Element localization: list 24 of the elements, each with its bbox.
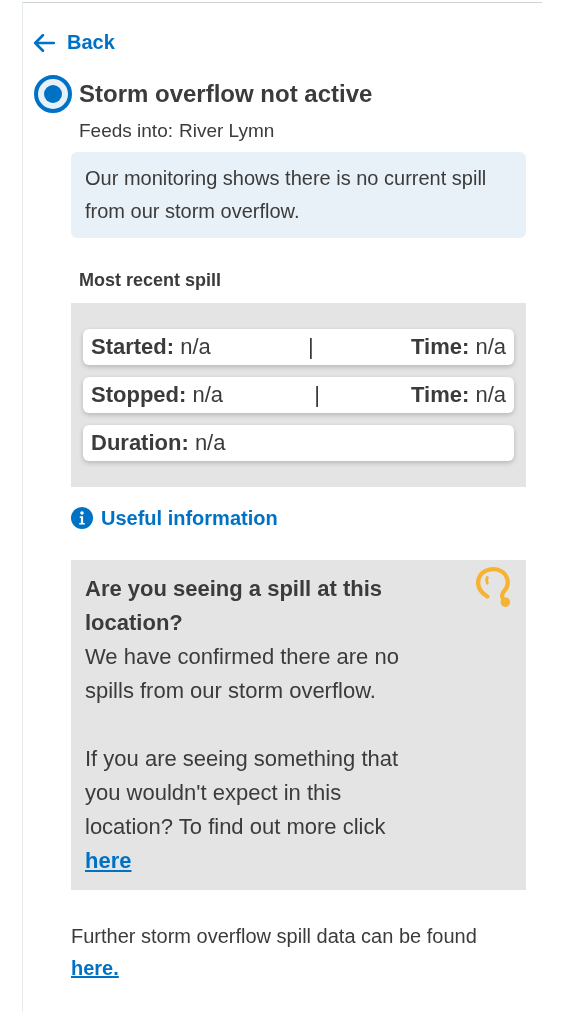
spill-field: Stopped: n/a: [91, 381, 224, 408]
section-heading: Most recent spill: [79, 269, 223, 291]
here-link[interactable]: here: [85, 843, 132, 878]
footer-text: Further storm overflow spill data can be found here.: [71, 923, 478, 981]
back-link[interactable]: Back: [33, 31, 115, 54]
lightbulb-icon: [474, 565, 512, 608]
status-title: Storm overflow not active: [79, 79, 373, 108]
report-heading: Are you seeing a spill at this location?: [85, 574, 384, 637]
separator: |: [314, 381, 320, 408]
report-paragraph: We have confirmed there are no spills from our storm overflow.: [85, 642, 400, 705]
back-arrow-icon: [33, 33, 55, 52]
spill-field: Time: n/a: [411, 381, 506, 408]
feeds-into-value: River Lymn: [179, 119, 275, 142]
info-icon: [71, 507, 93, 529]
separator: |: [308, 333, 314, 360]
spill-field: Time: n/a: [411, 333, 506, 360]
spill-field: Duration: n/a: [91, 429, 226, 456]
status-radio-icon: [33, 73, 73, 114]
report-paragraph: If you are seeing something that you wouldn't expect in this location? To find out more click: [85, 744, 400, 841]
useful-information-link[interactable]: Useful information: [71, 506, 278, 530]
feeds-into-label: Feeds into:: [79, 119, 173, 142]
spill-field: Started: n/a: [91, 333, 211, 360]
here-link[interactable]: here.: [71, 956, 119, 979]
status-message: Our monitoring shows there is no current spill from our storm overflow.: [71, 151, 526, 238]
